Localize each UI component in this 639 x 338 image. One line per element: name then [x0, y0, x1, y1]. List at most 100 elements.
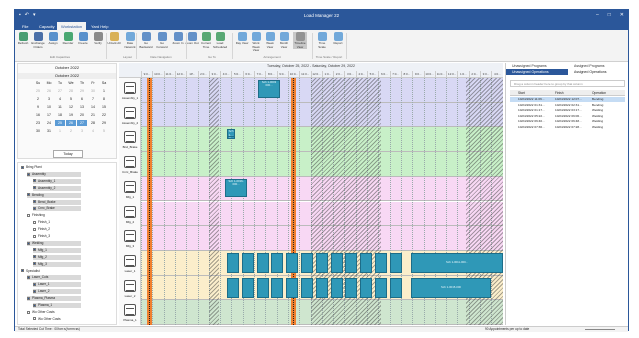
ribbon-button-zoom-out[interactable]: Zoom Out	[185, 32, 199, 46]
tree-node[interactable]: Bending	[27, 192, 81, 198]
operation-block[interactable]	[227, 252, 239, 273]
tree-checkbox[interactable]	[21, 269, 24, 273]
tree-node[interactable]: Plasma_1	[33, 303, 81, 308]
tree-node[interactable]: Assembly_1	[33, 178, 81, 184]
calendar-day[interactable]: 11	[55, 104, 65, 110]
calendar-day[interactable]: 12	[66, 104, 76, 110]
calendar-day[interactable]: 30	[33, 128, 43, 134]
operation-block[interactable]	[241, 277, 254, 298]
tree-node[interactable]: Finish_3	[33, 234, 50, 239]
ribbon-button-day-view[interactable]: Day View	[235, 32, 249, 46]
zoom-slider[interactable]	[585, 329, 615, 330]
tree-checkbox[interactable]	[33, 289, 36, 293]
calendar-day[interactable]: 29	[99, 120, 109, 126]
tab-workstation[interactable]: Workstation	[57, 22, 87, 30]
operation-row[interactable]: 10/24/2022 01:31... 10/24/2022 02:31... Be…	[510, 103, 625, 108]
ribbon-button-verify[interactable]: Verify	[91, 32, 105, 46]
resource-row[interactable]: Laser_1	[119, 251, 141, 276]
calendar-day[interactable]: 10	[44, 104, 54, 110]
operation-bar[interactable]: Sch 1-...	[227, 129, 235, 138]
tab-assigned-operations[interactable]: Assigned Operations	[568, 69, 629, 75]
operation-block[interactable]	[301, 252, 313, 273]
operation-row[interactable]: 10/24/2022 11:06... 10/24/2022 12:07... Be…	[510, 97, 625, 102]
operation-block[interactable]	[256, 252, 269, 273]
tree-node[interactable]: Bring Plant	[21, 165, 42, 170]
calendar-day[interactable]: 31	[44, 128, 54, 134]
ribbon-button-exchange-orders[interactable]: Exchange Orders	[31, 32, 45, 49]
operation-row[interactable]: 10/24/2022 06:40... 10/24/2022 06:48... We…	[510, 119, 625, 124]
tree-checkbox[interactable]	[27, 213, 30, 217]
column-finish[interactable]: Finish	[555, 90, 564, 96]
calendar-day[interactable]: 5	[66, 96, 76, 102]
ribbon-button-go-forward[interactable]: Go Forward	[155, 32, 169, 49]
operation-block[interactable]	[360, 252, 373, 273]
operation-row[interactable]: 10/24/2022 05:22... 10/24/2022 06:06... We…	[510, 114, 625, 119]
tab-capacity[interactable]: Capacity	[35, 22, 59, 30]
operation-block[interactable]	[375, 277, 387, 298]
resource-row[interactable]: Mfg_3	[119, 226, 141, 251]
resource-row[interactable]: Laser_2	[119, 276, 141, 301]
tab-yard-help[interactable]: Yard Help	[87, 22, 113, 30]
ribbon-button-time-scale[interactable]: Time Scale	[315, 32, 329, 49]
calendar-day[interactable]: 27	[55, 88, 65, 94]
operation-block[interactable]	[330, 252, 343, 273]
operation-block[interactable]	[315, 252, 328, 273]
ribbon-button-month-view[interactable]: Month View	[277, 32, 291, 49]
operation-block[interactable]	[227, 277, 239, 298]
minimize-icon[interactable]: –	[596, 12, 599, 18]
tree-checkbox[interactable]	[33, 248, 36, 252]
tree-node[interactable]: Wo Other Costs	[27, 310, 55, 315]
operation-block[interactable]	[241, 252, 254, 273]
tree-checkbox[interactable]	[27, 193, 30, 197]
operation-block[interactable]	[389, 277, 402, 298]
tree-node[interactable]: Finish_1	[33, 220, 50, 225]
tree-node[interactable]: Wo Other Costs	[33, 317, 61, 322]
ribbon-button-work-week-view[interactable]: Work Week View	[249, 32, 263, 53]
operation-block[interactable]	[271, 252, 284, 273]
calendar-day[interactable]: 15	[99, 104, 109, 110]
tab-file[interactable]: File	[18, 22, 32, 30]
operation-block[interactable]	[330, 277, 343, 298]
tree-node[interactable]: Mfg_1	[33, 247, 81, 253]
calendar-day[interactable]: 25	[55, 120, 65, 126]
resource-row[interactable]: Assembly_2	[119, 103, 141, 128]
calendar-month[interactable]: October 2022	[18, 73, 116, 79]
today-button[interactable]: Today	[53, 150, 83, 158]
tree-checkbox[interactable]	[27, 241, 30, 245]
calendar-day[interactable]: 3	[44, 96, 54, 102]
calendar-day[interactable]: 18	[55, 112, 65, 118]
ribbon-button-timeline-view[interactable]: Timeline View	[293, 32, 307, 49]
calendar-day[interactable]: 23	[33, 120, 43, 126]
resource-row[interactable]: Bnd_Brake	[119, 127, 141, 152]
tree-node[interactable]: Finishing	[27, 213, 45, 218]
group-by-box[interactable]: Drag a column header here to group by th…	[510, 80, 625, 87]
ribbon-button-refresh[interactable]: Refresh	[16, 32, 30, 46]
operation-block[interactable]	[286, 277, 299, 298]
calendar-day[interactable]: 6	[77, 96, 87, 102]
calendar-day[interactable]: 28	[88, 120, 98, 126]
calendar-day[interactable]: 24	[44, 120, 54, 126]
ribbon-button-date-network[interactable]: Date Network	[123, 32, 137, 49]
ribbon-button-current-time[interactable]: Current Time	[199, 32, 213, 49]
operation-row[interactable]: 10/24/2022 01:17... 10/24/2022 03:17... We…	[510, 108, 625, 113]
tree-checkbox[interactable]	[33, 303, 36, 307]
tree-checkbox[interactable]	[33, 179, 36, 183]
tree-node[interactable]: Assembly_2	[33, 185, 81, 191]
calendar-day[interactable]: 28	[66, 88, 76, 94]
tree-checkbox[interactable]	[33, 200, 36, 204]
tree-checkbox[interactable]	[33, 255, 36, 259]
calendar-day[interactable]: 25	[33, 88, 43, 94]
calendar-day[interactable]: 17	[44, 112, 54, 118]
tree-node[interactable]: Laser_Cuts	[27, 275, 81, 281]
calendar-day[interactable]: 13	[77, 104, 87, 110]
operation-block[interactable]	[389, 252, 402, 273]
tree-checkbox[interactable]	[33, 220, 36, 224]
tree-checkbox[interactable]	[33, 282, 36, 286]
tree-checkbox[interactable]	[33, 262, 36, 266]
ribbon-button-week-view[interactable]: Week View	[263, 32, 277, 49]
ribbon-button-load-scheduled[interactable]: Load Scheduled	[213, 32, 227, 49]
tree-node[interactable]: Mfg_3	[33, 261, 81, 267]
calendar-day[interactable]: 5	[99, 128, 109, 134]
operation-bar[interactable]: Sch 1-0003 000...	[258, 80, 280, 98]
calendar-day[interactable]: 29	[77, 88, 87, 94]
